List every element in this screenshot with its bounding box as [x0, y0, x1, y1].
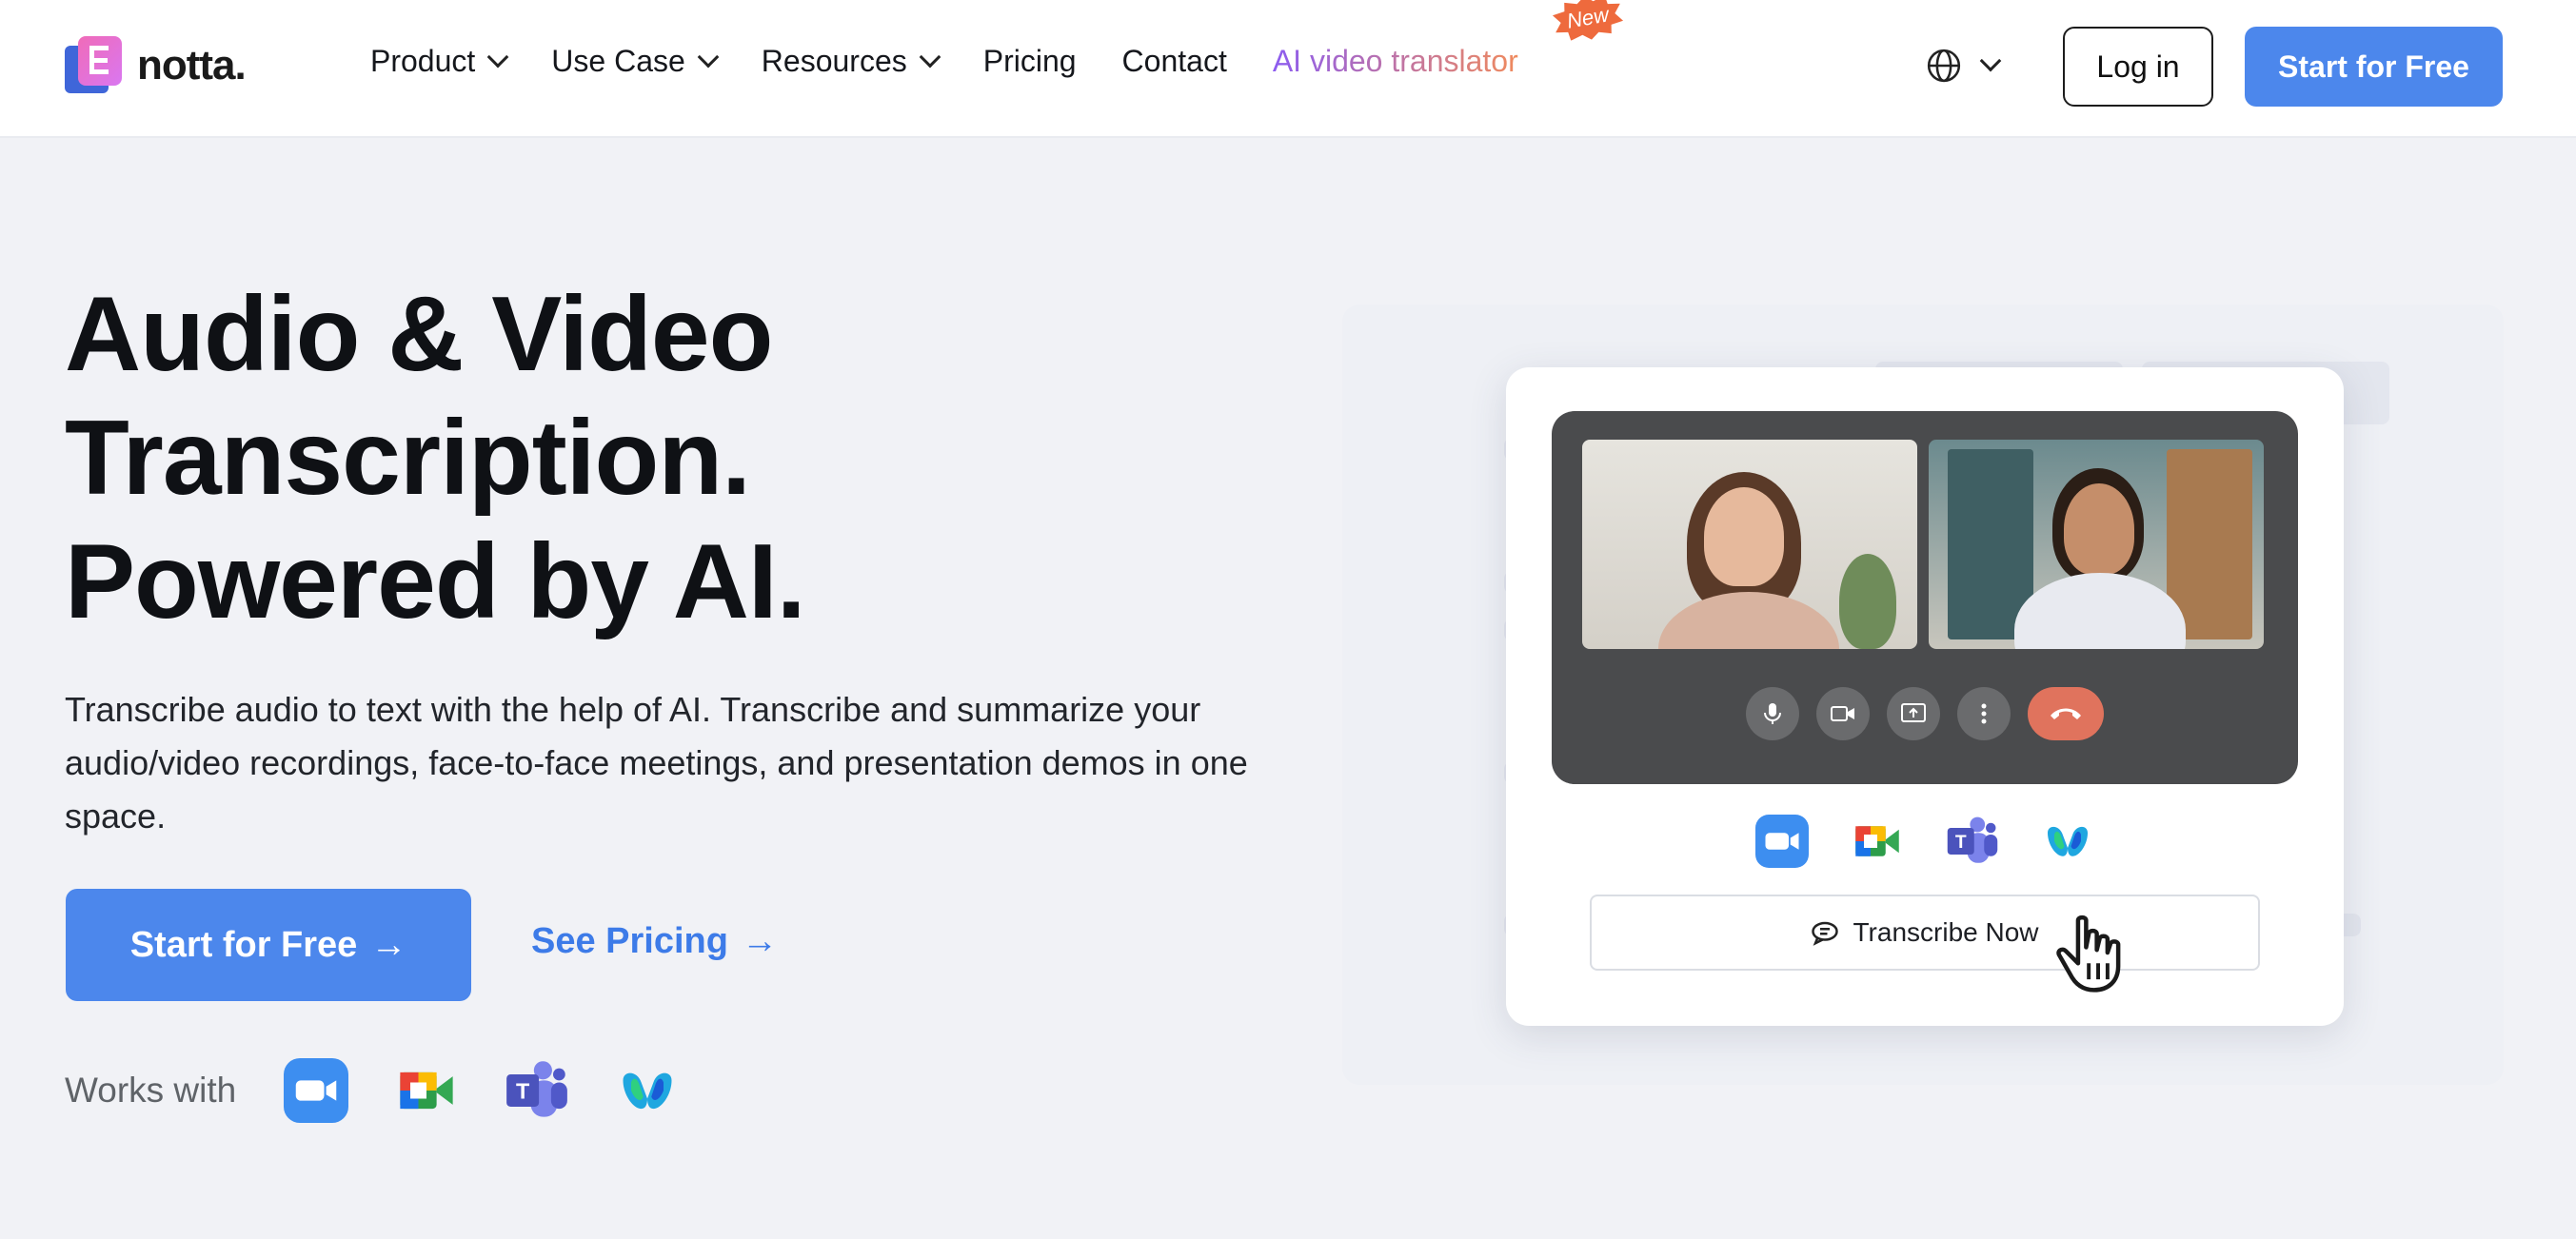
- video-call-window: [1552, 411, 2298, 784]
- zoom-icon: [1755, 815, 1809, 868]
- share-screen-icon[interactable]: [1887, 687, 1940, 740]
- main-nav: Product Use Case Resources Pricing Conta…: [370, 44, 1564, 79]
- hand-pointer-icon: [2049, 910, 2134, 1013]
- nav-resources-label: Resources: [761, 44, 907, 78]
- start-for-free-hero-button[interactable]: Start for Free →: [66, 889, 471, 1001]
- works-with-row: Works with T: [65, 1058, 725, 1123]
- hero-title-line-1: Audio & Video: [65, 275, 773, 393]
- nav-ai-video-translator[interactable]: AI video translator: [1273, 44, 1518, 79]
- microsoft-teams-icon: T: [1947, 816, 1998, 863]
- see-pricing-link[interactable]: See Pricing →: [531, 921, 778, 962]
- nav-product[interactable]: Product: [370, 44, 509, 79]
- notta-logo-icon: [65, 36, 124, 95]
- nav-use-case[interactable]: Use Case: [551, 44, 720, 79]
- microphone-icon[interactable]: [1746, 687, 1799, 740]
- more-icon[interactable]: [1957, 687, 2011, 740]
- participant-video-2: [1929, 440, 2264, 649]
- arrow-right-icon: →: [370, 924, 407, 965]
- transcribe-icon: [1812, 921, 1839, 946]
- nav-product-label: Product: [370, 44, 476, 78]
- hero-title-line-2: Transcription.: [65, 399, 751, 517]
- google-meet-icon: [1855, 826, 1899, 856]
- camera-icon[interactable]: [1816, 687, 1870, 740]
- arrow-right-icon: →: [741, 921, 778, 961]
- nav-use-case-label: Use Case: [551, 44, 685, 78]
- svg-text:T: T: [1955, 833, 1967, 853]
- hero-title-line-3: Powered by AI.: [65, 522, 806, 640]
- microsoft-teams-icon: T: [506, 1061, 568, 1117]
- new-badge: New: [1551, 0, 1626, 46]
- webex-icon: [623, 1072, 672, 1110]
- transcribe-now-button[interactable]: Transcribe Now: [1590, 895, 2260, 971]
- globe-icon: [1927, 49, 1961, 83]
- logo-text: notta.: [137, 42, 247, 88]
- nav-ai-video-translator-label: AI video translator: [1272, 44, 1518, 78]
- call-controls: [1552, 687, 2298, 740]
- hero-title: Audio & Video Transcription. Powered by …: [65, 272, 806, 643]
- webex-icon: [2048, 826, 2088, 856]
- chevron-down-icon: [919, 46, 941, 68]
- end-call-icon[interactable]: [2028, 687, 2104, 740]
- works-with-label: Works with: [65, 1071, 237, 1110]
- login-button[interactable]: Log in: [2063, 27, 2213, 107]
- start-for-free-header-button[interactable]: Start for Free: [2245, 27, 2503, 107]
- participant-video-1: [1582, 440, 1917, 649]
- transcribe-now-label: Transcribe Now: [1853, 917, 2039, 947]
- chevron-down-icon: [486, 46, 509, 68]
- language-selector[interactable]: [1926, 48, 2002, 84]
- notta-logo[interactable]: notta.: [65, 36, 247, 95]
- nav-contact-label: Contact: [1121, 44, 1227, 78]
- meeting-apps-row: T: [1506, 815, 2344, 868]
- nav-contact[interactable]: Contact: [1122, 44, 1227, 79]
- chevron-down-icon: [697, 46, 720, 68]
- chevron-down-icon: [1979, 49, 2002, 72]
- svg-text:T: T: [516, 1079, 530, 1104]
- nav-pricing-label: Pricing: [982, 44, 1077, 78]
- start-for-free-label: Start for Free: [129, 924, 358, 965]
- nav-pricing[interactable]: Pricing: [983, 44, 1077, 79]
- meeting-card: T Transcribe Now: [1506, 367, 2344, 1026]
- site-header: notta. Product Use Case Resources Pricin…: [0, 0, 2576, 138]
- see-pricing-label: See Pricing: [531, 921, 728, 961]
- zoom-icon: [284, 1058, 349, 1123]
- google-meet-icon: [400, 1072, 453, 1110]
- hero-subtitle: Transcribe audio to text with the help o…: [65, 690, 1248, 836]
- nav-resources[interactable]: Resources: [761, 44, 941, 79]
